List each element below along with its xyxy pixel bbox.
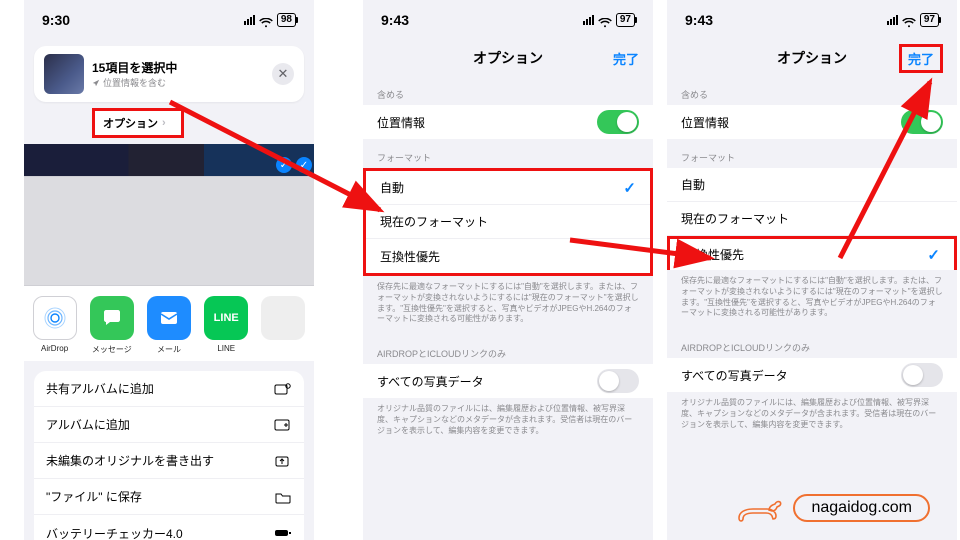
location-icon	[92, 79, 100, 87]
cell-all-photo-data[interactable]: すべての写真データ	[363, 364, 653, 398]
wifi-icon	[259, 15, 273, 25]
cellular-icon	[244, 15, 255, 25]
format-group: 自動 現在のフォーマット 互換性優先 ✓	[667, 168, 957, 270]
cell-format-current[interactable]: 現在のフォーマット	[667, 202, 957, 236]
done-button-highlight[interactable]: 完了	[899, 44, 943, 73]
photo-strip[interactable]: ✓ ✓	[24, 144, 314, 176]
app-line[interactable]: LINE LINE	[204, 296, 249, 355]
toggle-off-icon[interactable]	[597, 369, 639, 393]
app-mail[interactable]: メール	[146, 296, 191, 355]
share-header-card: 15項目を選択中 位置情報を含む ✕	[34, 46, 304, 102]
action-battery-checker[interactable]: バッテリーチェッカー4.0	[34, 515, 304, 540]
status-bar: 9:43 97	[363, 0, 653, 40]
airdrop-footer: オリジナル品質のファイルには、編集履歴および位置情報、被写界深度、キャプションな…	[363, 398, 653, 446]
nav-title: オプション	[473, 48, 543, 68]
dog-icon	[733, 492, 785, 524]
section-header-format: フォーマット	[667, 139, 957, 168]
cellular-icon	[887, 15, 898, 25]
status-bar: 9:30 98	[24, 0, 314, 40]
options-link[interactable]: オプション ›	[95, 111, 181, 135]
nav-bar: オプション 完了	[667, 40, 957, 76]
format-footer: 保存先に最適なフォーマットにするには"自動"を選択します。または、フォーマットが…	[667, 270, 957, 329]
nav-bar: オプション 完了	[363, 40, 653, 76]
status-time: 9:43	[381, 12, 409, 28]
app-airdrop[interactable]: AirDrop	[32, 296, 77, 355]
phone-options-auto: 9:43 97 オプション 完了 含める 位置情報 フォーマット 自動	[363, 0, 653, 540]
cellular-icon	[583, 15, 594, 25]
options-link-highlight: オプション ›	[92, 108, 184, 138]
cell-all-photo-data[interactable]: すべての写真データ	[667, 358, 957, 392]
toggle-on-icon[interactable]	[901, 110, 943, 134]
action-export-original[interactable]: 未編集のオリジナルを書き出す	[34, 443, 304, 479]
battery-indicator: 97	[616, 13, 635, 27]
selection-check-icon: ✓	[296, 157, 312, 173]
app-messages[interactable]: メッセージ	[89, 296, 134, 355]
album-icon	[274, 418, 292, 432]
format-group-highlight: 自動 ✓ 現在のフォーマット 互換性優先	[363, 168, 653, 276]
phone-options-compat: 9:43 97 オプション 完了 含める 位置情報 フォーマット 自動	[667, 0, 957, 540]
section-header-format: フォーマット	[363, 139, 653, 168]
cell-format-compat-highlight[interactable]: 互換性優先 ✓	[667, 236, 957, 270]
line-icon: LINE	[204, 296, 248, 340]
cell-location[interactable]: 位置情報	[363, 105, 653, 139]
section-header-airdrop: AIRDROPとICLOUDリンクのみ	[363, 335, 653, 364]
cell-format-compat[interactable]: 互換性優先	[366, 239, 650, 273]
files-icon	[274, 490, 292, 504]
watermark-text: nagaidog.com	[793, 494, 930, 522]
phone-share-sheet: 9:30 98 15項目を選択中 位置情報を含む ✕ オプション ›	[24, 0, 314, 540]
messages-icon	[90, 296, 134, 340]
format-footer: 保存先に最適なフォーマットにするには"自動"を選択します。または、フォーマットが…	[363, 276, 653, 335]
cell-location[interactable]: 位置情報	[667, 105, 957, 139]
status-time: 9:43	[685, 12, 713, 28]
backdrop-gap	[24, 176, 314, 286]
app-other[interactable]	[261, 296, 306, 355]
battery-indicator: 97	[920, 13, 939, 27]
action-add-album[interactable]: アルバムに追加	[34, 407, 304, 443]
checkmark-icon: ✓	[927, 246, 940, 264]
status-bar: 9:43 97	[667, 0, 957, 40]
mail-icon	[147, 296, 191, 340]
status-time: 9:30	[42, 12, 70, 28]
airdrop-footer: オリジナル品質のファイルには、編集履歴および位置情報、被写界深度、キャプションな…	[667, 392, 957, 440]
shared-album-icon	[274, 382, 292, 396]
toggle-on-icon[interactable]	[597, 110, 639, 134]
battery-indicator: 98	[277, 13, 296, 27]
section-header-include: 含める	[667, 76, 957, 105]
done-button[interactable]: 完了	[613, 49, 639, 68]
action-shared-album[interactable]: 共有アルバムに追加	[34, 371, 304, 407]
generic-app-icon	[261, 296, 305, 340]
share-thumbnail	[44, 54, 84, 94]
share-subtitle: 位置情報を含む	[92, 76, 264, 89]
watermark: nagaidog.com	[733, 492, 930, 524]
airdrop-icon	[33, 296, 77, 340]
checkmark-icon: ✓	[623, 179, 636, 197]
wifi-icon	[598, 15, 612, 25]
wifi-icon	[902, 15, 916, 25]
cell-format-auto[interactable]: 自動	[667, 168, 957, 202]
battery-icon	[274, 526, 292, 540]
share-apps-row: AirDrop メッセージ メール LINE LINE	[24, 286, 314, 361]
section-header-include: 含める	[363, 76, 653, 105]
cell-format-auto[interactable]: 自動 ✓	[366, 171, 650, 205]
chevron-right-icon: ›	[162, 117, 166, 129]
share-title: 15項目を選択中	[92, 59, 264, 76]
cell-format-current[interactable]: 現在のフォーマット	[366, 205, 650, 239]
share-actions-list: 共有アルバムに追加 アルバムに追加 未編集のオリジナルを書き出す "ファイル" …	[34, 371, 304, 540]
nav-title: オプション	[777, 48, 847, 68]
toggle-off-icon[interactable]	[901, 363, 943, 387]
section-header-airdrop: AIRDROPとICLOUDリンクのみ	[667, 329, 957, 358]
close-button[interactable]: ✕	[272, 63, 294, 85]
action-save-files[interactable]: "ファイル" に保存	[34, 479, 304, 515]
export-icon	[274, 454, 292, 468]
selection-check-icon: ✓	[276, 157, 292, 173]
